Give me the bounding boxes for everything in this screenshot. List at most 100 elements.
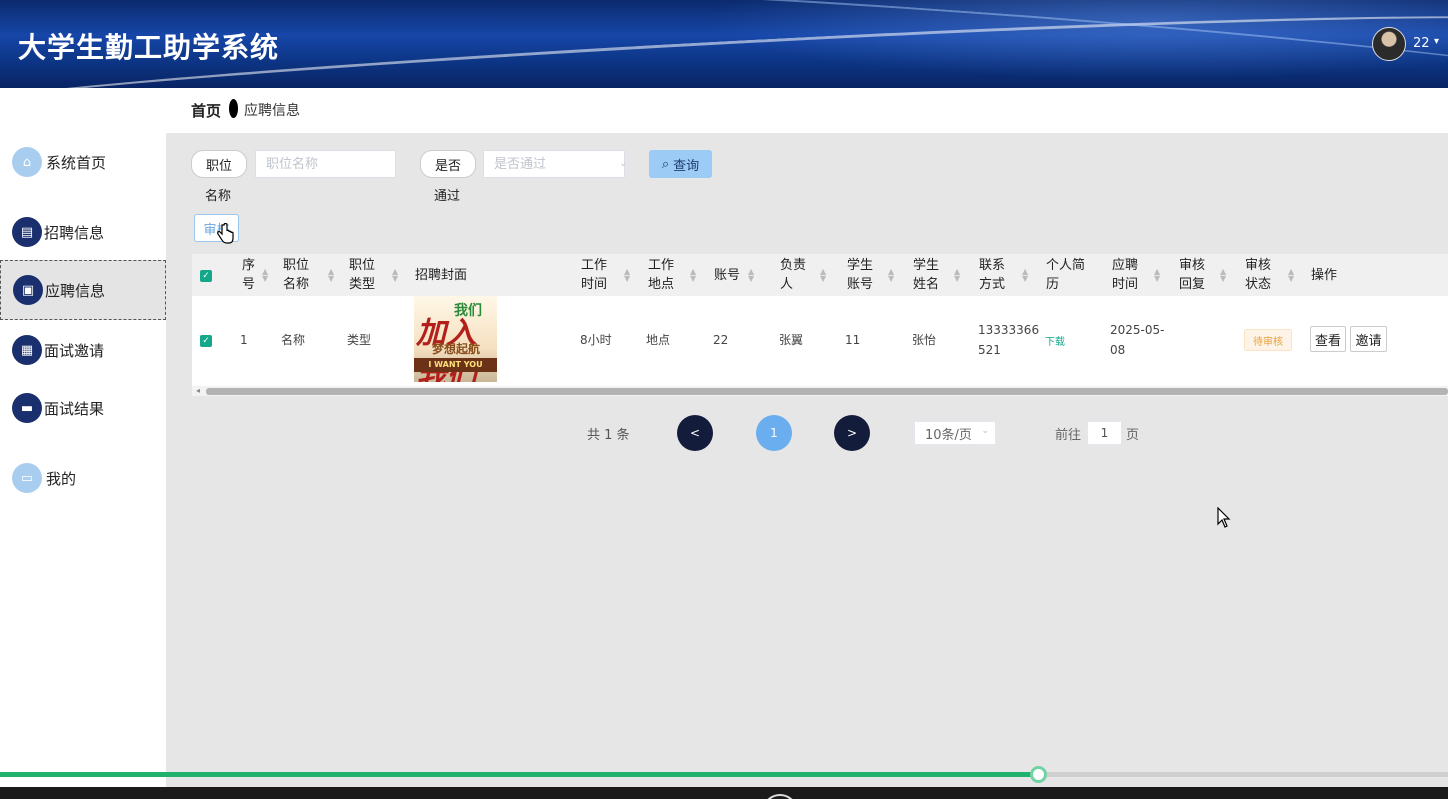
sidebar-item-mine[interactable]: ▭ 我的 [0,453,166,503]
header-line: 姓名 [913,277,940,292]
header-line: 个人简 [1046,258,1086,273]
header-line: 审核 [1179,258,1206,273]
user-avatar[interactable] [1372,27,1406,61]
card-icon: ▭ [12,463,42,493]
header-line: 地点 [648,277,675,292]
column-header-apply-time[interactable]: 应聘 时间 [1112,254,1138,296]
header-line: 应聘 [1112,258,1139,273]
column-header-status[interactable]: 审核 状态 [1245,254,1271,296]
sort-icon[interactable]: ▲ ▼ [1022,268,1028,283]
resume-download-link[interactable]: 下载 [1045,333,1065,348]
apply-time-line: 2025-05- [1110,323,1165,337]
job-name-label: 职位 [191,150,247,178]
goto-page-input[interactable]: 1 [1087,421,1122,445]
chevron-down-icon: ⌄ [981,426,989,436]
column-header-account[interactable]: 账号 [714,254,740,296]
scrollbar-thumb[interactable] [206,388,1448,395]
sidebar-item-label: 面试邀请 [44,341,105,360]
header-line: 序 [242,258,256,273]
sort-icon[interactable]: ▲ ▼ [392,268,398,283]
sort-icon[interactable]: ▲ ▼ [690,268,696,283]
sort-icon[interactable]: ▲ ▼ [820,268,826,283]
sidebar-item-home[interactable]: ⌂ 系统首页 [0,137,166,187]
column-header-contact[interactable]: 联系 方式 [979,254,1005,296]
pagination-total: 共 1 条 [587,428,630,443]
sidebar-item-label: 应聘信息 [45,281,106,300]
column-header-student-account[interactable]: 学生 账号 [847,254,873,296]
column-header-job-type[interactable]: 职位 类型 [349,254,375,296]
document-icon: ▣ [13,275,43,305]
sidebar-item-label: 系统首页 [46,153,107,172]
breadcrumb-home[interactable]: 首页 [191,100,221,121]
horizontal-scrollbar[interactable]: ◂ [192,386,1448,396]
header-line: 类型 [349,277,376,292]
cell-seq: 1 [240,333,248,347]
invite-button[interactable]: 邀请 [1350,326,1387,352]
view-button[interactable]: 查看 [1310,326,1346,352]
contact-line: 521 [978,343,1001,357]
sort-icon[interactable]: ▲ ▼ [888,268,894,283]
cell-job-type: 类型 [347,333,372,347]
sidebar-item-interview-invitations[interactable]: ▦ 面试邀请 [0,325,166,375]
column-header-seq[interactable]: 序号 [242,254,255,296]
query-button[interactable]: ⌕ 查询 [649,150,712,178]
header-line: 学生 [847,258,874,273]
contact-line: 13333366 [978,323,1040,337]
header-line: 人 [780,277,794,292]
job-name-input[interactable] [255,150,396,178]
search-icon: ⌕ [661,156,670,172]
sort-icon[interactable]: ▲ ▼ [748,268,754,283]
prev-page-button[interactable]: < [677,415,713,451]
briefcase-icon: ▬ [12,393,42,423]
video-progress-handle[interactable] [1030,766,1048,783]
sidebar-item-recruitment[interactable]: ▤ 招聘信息 [0,207,166,257]
column-header-job-name[interactable]: 职位 名称 [283,254,309,296]
select-all-checkbox[interactable]: ✓ [200,270,212,282]
header-line: 联系 [979,258,1006,273]
play-button-icon[interactable] [762,794,798,799]
header-line: 工作 [648,258,675,273]
chevron-down-icon[interactable]: ▾ [1434,36,1439,47]
sidebar-item-interview-results[interactable]: ▬ 面试结果 [0,383,166,433]
sort-icon[interactable]: ▲ ▼ [1288,268,1294,283]
column-header-work-place[interactable]: 工作 地点 [648,254,674,296]
breadcrumb-current: 应聘信息 [244,103,300,119]
sort-icon[interactable]: ▲ ▼ [262,268,268,283]
page-number-current[interactable]: 1 [756,415,792,451]
cell-apply-time: 2025-05- 08 [1110,320,1164,360]
sidebar: ⌂ 系统首页 ▤ 招聘信息 ▣ 应聘信息 ▦ 面试邀请 ▬ 面试结果 ▭ 我的 [0,88,166,799]
passed-select[interactable] [483,150,625,178]
sort-icon[interactable]: ▲ ▼ [624,268,630,283]
sidebar-item-label: 面试结果 [44,399,105,418]
sort-icon[interactable]: ▲ ▼ [328,268,334,283]
table-row[interactable]: ✓ 1 名称 类型 加入我们 我们 梦想起航 I WANT YOU 8小时 地点… [192,296,1448,384]
column-header-operations: 操作 [1311,267,1338,283]
column-header-reply[interactable]: 审核 回复 [1179,254,1205,296]
applications-table: ✓ 序号 ▲ ▼ 职位 名称 ▲ ▼ 职位 类型 ▲ ▼ 招聘封面 工作 时间 ▲ ▼ 工作地… [192,254,1448,396]
row-checkbox[interactable]: ✓ [200,335,212,347]
header-line: 状态 [1245,277,1272,292]
apply-time-line: 08 [1110,343,1126,357]
recruitment-cover-image[interactable]: 加入我们 我们 梦想起航 I WANT YOU [414,296,497,382]
home-icon: ⌂ [12,147,42,177]
header-line: 审核 [1245,258,1272,273]
page-size-select[interactable]: 10条/页 ⌄ [914,421,996,445]
header-line: 学生 [913,258,940,273]
header-line: 账号 [847,277,874,292]
cover-text: 梦想起航 [432,342,481,356]
sort-icon[interactable]: ▲ ▼ [954,268,960,283]
next-page-button[interactable]: > [834,415,870,451]
scroll-left-icon[interactable]: ◂ [196,386,200,395]
column-header-work-time[interactable]: 工作 时间 [581,254,607,296]
column-header-manager[interactable]: 负责人 [780,254,806,296]
sidebar-item-label: 我的 [46,469,77,488]
sort-icon[interactable]: ▲ ▼ [1220,268,1226,283]
sort-icon[interactable]: ▲ ▼ [1154,268,1160,283]
sidebar-item-applications[interactable]: ▣ 应聘信息 [0,260,166,320]
breadcrumb: 首页 应聘信息 [166,88,1448,133]
user-name[interactable]: 22 [1413,36,1430,51]
video-progress-bar[interactable] [0,772,1448,777]
job-name-label-cont: 名称 [205,189,232,204]
column-header-student-name[interactable]: 学生 姓名 [913,254,939,296]
cover-banner: I WANT YOU [414,358,497,372]
